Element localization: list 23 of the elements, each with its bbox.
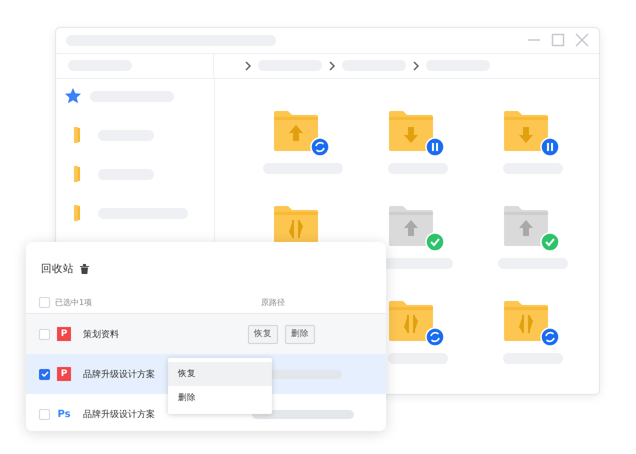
file-name: 品牌升级设计方案: [83, 370, 155, 380]
selection-count: 已选中1项: [55, 296, 94, 308]
chevron-icon: [412, 60, 420, 71]
chevron-icon: [244, 60, 252, 71]
action-button[interactable]: 恢复: [248, 324, 278, 344]
file-name: 品牌升级设计方案: [83, 410, 155, 420]
trash-icon: [80, 264, 89, 274]
file-type-icon: P: [57, 367, 71, 381]
filename-placeholder-bar: [388, 353, 448, 364]
select-all-checkbox[interactable]: [39, 296, 50, 308]
star-icon[interactable]: [64, 87, 82, 105]
file-type-icon: P: [57, 327, 71, 341]
file-type-icon: Ps: [57, 408, 71, 420]
file-row[interactable]: P 策划资料 恢复 删除: [26, 314, 386, 354]
checkbox[interactable]: [39, 368, 50, 380]
chevron-icon: [328, 60, 336, 71]
close-icon[interactable]: [575, 33, 589, 48]
file-name: 策划资料: [83, 330, 119, 340]
column-header: 原路径: [261, 296, 285, 308]
action-button[interactable]: 删除: [285, 324, 315, 344]
panel-title: 回收站: [41, 262, 74, 276]
menu-item[interactable]: 恢复: [168, 362, 272, 386]
maximize-icon[interactable]: [551, 33, 565, 48]
